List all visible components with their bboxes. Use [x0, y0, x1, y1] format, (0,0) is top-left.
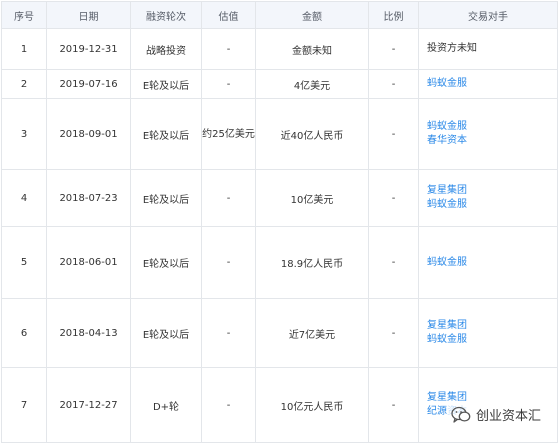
table-body: 1 2019-12-31 战略投资 - 金额未知 - 投资方未知 2 2019-07-16 E轮及…	[1, 28, 558, 443]
cell-no: 7	[1, 367, 47, 443]
wechat-icon	[451, 406, 471, 423]
cell-no: 3	[1, 98, 47, 170]
cell-date: 2019-07-16	[46, 69, 131, 99]
cell-date: 2018-06-01	[46, 226, 131, 299]
cell-no: 1	[1, 28, 47, 70]
partner-link[interactable]: 复星集团	[427, 319, 557, 333]
cell-partners: 蚂蚁金服 春华资本	[418, 98, 558, 170]
header-round: 融资轮次	[130, 1, 202, 29]
cell-partners: 蚂蚁金服	[418, 69, 558, 99]
table-header-row: 序号 日期 融资轮次 估值 金额 比例 交易对手	[1, 1, 558, 29]
funding-table: 序号 日期 融资轮次 估值 金额 比例 交易对手 1 2019-12-31 战略投资…	[1, 1, 558, 443]
cell-partners: 复星集团 蚂蚁金服	[418, 298, 558, 368]
header-no: 序号	[1, 1, 47, 29]
cell-amount: 10亿元人民币	[255, 367, 369, 443]
cell-ratio: -	[368, 28, 419, 70]
cell-partners: 投资方未知	[418, 28, 558, 70]
cell-ratio: -	[368, 169, 419, 227]
partner-link[interactable]: 蚂蚁金服	[427, 198, 557, 212]
cell-amount: 4亿美元	[255, 69, 369, 99]
partner-link[interactable]: 蚂蚁金服	[427, 256, 557, 270]
partner-link[interactable]: 春华资本	[427, 134, 557, 148]
cell-date: 2019-12-31	[46, 28, 131, 70]
cell-no: 2	[1, 69, 47, 99]
table-row: 5 2018-06-01 E轮及以后 -18.9亿人民币 - 蚂蚁金服	[1, 226, 558, 299]
table-row: 4 2018-07-23 E轮及以后 -10亿美元 - 复星集团 蚂蚁金服	[1, 169, 558, 227]
cell-no: 4	[1, 169, 47, 227]
watermark-text: 创业资本汇	[476, 409, 542, 424]
table-row: 3 2018-09-01 E轮及以后 约25亿美元 近40亿人民币 - 蚂蚁金服 春华资本	[1, 98, 558, 170]
header-valuation: 估值	[201, 1, 256, 29]
cell-amount: 近7亿美元	[255, 298, 369, 368]
cell-round: E轮及以后	[130, 69, 202, 99]
watermark: 创业资本汇	[447, 403, 546, 426]
header-amount: 金额	[255, 1, 369, 29]
header-ratio: 比例	[368, 1, 419, 29]
cell-valuation: -	[201, 367, 256, 443]
cell-date: 2018-07-23	[46, 169, 131, 227]
cell-round: E轮及以后	[130, 98, 202, 170]
partner-text: 投资方未知	[427, 43, 477, 54]
header-partners: 交易对手	[418, 1, 558, 29]
cell-amount: 近40亿人民币	[255, 98, 369, 170]
cell-ratio: -	[368, 367, 419, 443]
cell-date: 2018-09-01	[46, 98, 131, 170]
cell-no: 5	[1, 226, 47, 299]
cell-partners: 复星集团 蚂蚁金服	[418, 169, 558, 227]
cell-valuation: -	[201, 169, 256, 227]
cell-round: E轮及以后	[130, 298, 202, 368]
cell-no: 6	[1, 298, 47, 368]
cell-date: 2018-04-13	[46, 298, 131, 368]
cell-valuation: 约25亿美元	[201, 98, 256, 170]
cell-ratio: -	[368, 98, 419, 170]
cell-valuation: -	[201, 69, 256, 99]
cell-amount: 10亿美元	[255, 169, 369, 227]
header-date: 日期	[46, 1, 131, 29]
cell-ratio: -	[368, 69, 419, 99]
table-row: 6 2018-04-13 E轮及以后 - 近7亿美元 - 复星集团 蚂蚁金服	[1, 298, 558, 368]
cell-amount: 金额未知	[255, 28, 369, 70]
partner-link[interactable]: 蚂蚁金服	[427, 77, 557, 91]
cell-round: D+轮	[130, 367, 202, 443]
table-row: 1 2019-12-31 战略投资 - 金额未知 - 投资方未知	[1, 28, 558, 70]
cell-round: 战略投资	[130, 28, 202, 70]
cell-amount: 18.9亿人民币	[255, 226, 369, 299]
partner-link[interactable]: 复星集团	[427, 184, 557, 198]
table-row: 2 2019-07-16 E轮及以后 -4亿美元 - 蚂蚁金服	[1, 69, 558, 99]
cell-valuation: -	[201, 298, 256, 368]
cell-date: 2017-12-27	[46, 367, 131, 443]
cell-ratio: -	[368, 298, 419, 368]
cell-valuation: -	[201, 28, 256, 70]
cell-partners: 蚂蚁金服	[418, 226, 558, 299]
cell-round: E轮及以后	[130, 226, 202, 299]
cell-ratio: -	[368, 226, 419, 299]
partner-link[interactable]: 蚂蚁金服	[427, 120, 557, 134]
partner-link[interactable]: 蚂蚁金服	[427, 333, 557, 347]
cell-round: E轮及以后	[130, 169, 202, 227]
cell-valuation: -	[201, 226, 256, 299]
